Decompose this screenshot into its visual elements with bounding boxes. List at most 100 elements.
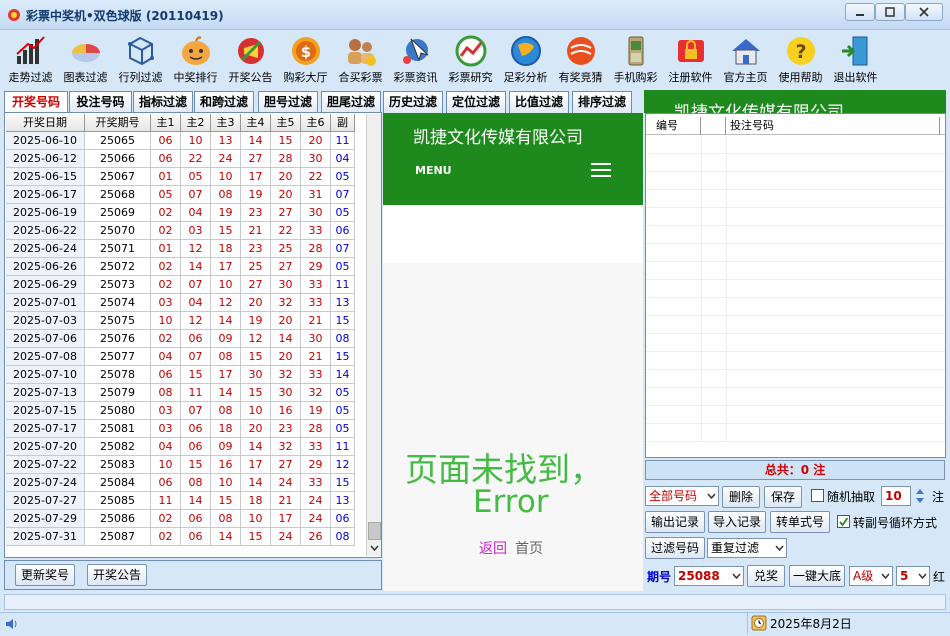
column-header-blank[interactable] xyxy=(701,117,726,135)
check-prize-button[interactable]: 兑奖 xyxy=(747,565,785,587)
web-home-link[interactable]: 首页 xyxy=(515,538,543,558)
toolbar-research-button[interactable]: 彩票研究 xyxy=(443,32,498,86)
toolbar-help-button[interactable]: ? 使用帮助 xyxy=(773,32,828,86)
table-row[interactable]: 2025-07-13 25079 08 11 14 15 30 32 05 xyxy=(6,384,365,402)
delete-button[interactable]: 删除 xyxy=(722,486,760,508)
web-back-link[interactable]: 返回 xyxy=(479,538,507,558)
toolbar-row-filter-button[interactable]: 行列过滤 xyxy=(113,32,168,86)
column-header[interactable]: 主2 xyxy=(181,114,211,132)
minimize-button[interactable] xyxy=(845,3,875,21)
tab-history-filter[interactable]: 历史过滤 xyxy=(383,91,443,113)
tab-sort-filter[interactable]: 排序过滤 xyxy=(572,91,632,113)
convert-single-button[interactable]: 转单式号 xyxy=(770,511,830,533)
table-row[interactable]: 2025-07-06 25076 02 06 09 12 14 30 08 xyxy=(6,330,365,348)
close-button[interactable] xyxy=(905,3,943,21)
fire-ball-icon xyxy=(566,37,595,65)
import-records-button[interactable]: 导入记录 xyxy=(708,511,766,533)
random-draw-checkbox[interactable] xyxy=(811,489,824,502)
cycle-checkbox[interactable] xyxy=(837,515,850,528)
tab-gall-tail-filter[interactable]: 胆尾过滤 xyxy=(321,91,381,113)
table-row[interactable]: 2025-06-22 25070 02 03 15 21 22 33 06 xyxy=(6,222,365,240)
tab-sum-span-filter[interactable]: 和跨过滤 xyxy=(194,91,254,113)
speaker-icon[interactable] xyxy=(4,617,20,631)
toolbar-register-button[interactable]: 注册软件 xyxy=(663,32,718,86)
bet-numbers-list[interactable]: 编号 投注号码 xyxy=(645,113,946,458)
issue-select[interactable]: 25088 xyxy=(674,566,744,586)
toolbar-mobile-buy-button[interactable]: 手机购彩 xyxy=(608,32,663,86)
number-filter-select[interactable]: 全部号码 xyxy=(645,486,719,506)
table-row[interactable]: 2025-07-15 25080 03 07 08 10 16 19 05 xyxy=(6,402,365,420)
table-row[interactable]: 2025-06-12 25066 06 22 24 27 28 30 04 xyxy=(6,150,365,168)
cursor-news-icon xyxy=(402,38,428,64)
hamburger-menu-icon[interactable] xyxy=(591,162,611,178)
table-row[interactable]: 2025-07-22 25083 10 15 16 17 27 29 12 xyxy=(6,456,365,474)
tab-bet-numbers[interactable]: 投注号码 xyxy=(69,91,132,113)
table-row[interactable]: 2025-07-31 25087 02 06 14 15 24 26 08 xyxy=(6,528,365,546)
toolbar-exit-button[interactable]: 退出软件 xyxy=(828,32,883,86)
web-menu-label[interactable]: MENU xyxy=(415,164,452,177)
tab-gall-number-filter[interactable]: 胆号过滤 xyxy=(258,91,318,113)
table-row[interactable]: 2025-07-17 25081 03 06 18 20 23 28 05 xyxy=(6,420,365,438)
table-row[interactable]: 2025-06-26 25072 02 14 17 25 27 29 05 xyxy=(6,258,365,276)
blue-ball-cell: 05 xyxy=(331,402,355,420)
one-click-base-button[interactable]: 一键大底 xyxy=(789,565,845,587)
table-row[interactable]: 2025-07-08 25077 04 07 08 15 20 21 15 xyxy=(6,348,365,366)
column-header[interactable]: 主5 xyxy=(271,114,301,132)
toolbar-quiz-button[interactable]: 有奖竞猜 xyxy=(553,32,608,86)
tab-winning-numbers[interactable]: 开奖号码 xyxy=(4,91,68,114)
table-row[interactable]: 2025-06-24 25071 01 12 18 23 25 28 07 xyxy=(6,240,365,258)
column-header[interactable]: 主4 xyxy=(241,114,271,132)
level-select[interactable]: A级 xyxy=(849,566,893,586)
tab-indicator-filter[interactable]: 指标过滤 xyxy=(133,91,193,113)
column-header[interactable]: 开奖期号 xyxy=(85,114,151,132)
toolbar-announcement-button[interactable]: 开奖公告 xyxy=(223,32,278,86)
red-count-select[interactable]: 5 xyxy=(896,566,930,586)
spinner-arrows-icon[interactable] xyxy=(913,487,927,505)
maximize-button[interactable] xyxy=(875,3,905,21)
table-row[interactable]: 2025-07-03 25075 10 12 14 19 20 21 15 xyxy=(6,312,365,330)
toolbar-ranking-button[interactable]: 中奖排行 xyxy=(168,32,223,86)
column-header[interactable]: 主6 xyxy=(301,114,331,132)
random-count-input[interactable]: 10 xyxy=(881,486,911,506)
toolbar-group-buy-button[interactable]: 合买彩票 xyxy=(333,32,388,86)
scrollbar-thumb[interactable] xyxy=(368,522,381,540)
export-records-button[interactable]: 输出记录 xyxy=(645,511,705,533)
table-row[interactable]: 2025-07-10 25078 06 15 17 30 32 33 14 xyxy=(6,366,365,384)
chevron-down-icon[interactable] xyxy=(370,544,379,552)
table-row[interactable]: 2025-06-15 25067 01 05 10 17 20 22 05 xyxy=(6,168,365,186)
table-row[interactable]: 2025-06-17 25068 05 07 08 19 20 31 07 xyxy=(6,186,365,204)
column-header-id[interactable]: 编号 xyxy=(646,117,701,135)
table-scrollbar[interactable] xyxy=(366,114,381,556)
table-row[interactable]: 2025-06-29 25073 02 07 10 27 30 33 11 xyxy=(6,276,365,294)
tab-ratio-filter[interactable]: 比值过滤 xyxy=(509,91,569,113)
table-row[interactable]: 2025-07-27 25085 11 14 15 18 21 24 13 xyxy=(6,492,365,510)
toolbar-chart-filter-button[interactable]: 图表过滤 xyxy=(58,32,113,86)
table-row[interactable]: 2025-07-01 25074 03 04 12 20 32 33 13 xyxy=(6,294,365,312)
toolbar-trend-filter-button[interactable]: 走势过滤 xyxy=(3,32,58,86)
tab-position-filter[interactable]: 定位过滤 xyxy=(446,91,506,113)
table-row[interactable]: 2025-07-24 25084 06 08 10 14 24 33 15 xyxy=(6,474,365,492)
toolbar-football-analysis-button[interactable]: 足彩分析 xyxy=(498,32,553,86)
issue-cell: 25079 xyxy=(85,384,151,402)
clock-icon xyxy=(751,615,767,631)
red-ball-cell: 28 xyxy=(301,240,331,258)
announcement-button[interactable]: 开奖公告 xyxy=(87,564,147,586)
filter-numbers-button[interactable]: 过滤号码 xyxy=(645,537,705,559)
toolbar-homepage-button[interactable]: 官方主页 xyxy=(718,32,773,86)
column-header[interactable]: 主1 xyxy=(151,114,181,132)
column-header[interactable]: 开奖日期 xyxy=(6,114,85,132)
table-row[interactable]: 2025-06-10 25065 06 10 13 14 15 20 11 xyxy=(6,132,365,150)
table-row[interactable]: 2025-07-20 25082 04 06 09 14 32 33 11 xyxy=(6,438,365,456)
update-numbers-button[interactable]: 更新奖号 xyxy=(15,564,75,586)
column-header[interactable]: 主3 xyxy=(211,114,241,132)
table-row[interactable]: 2025-07-29 25086 02 06 08 10 17 24 06 xyxy=(6,510,365,528)
column-header[interactable]: 副 xyxy=(331,114,355,132)
list-item xyxy=(646,352,945,370)
column-header-bet-number[interactable]: 投注号码 xyxy=(726,117,940,135)
toolbar-news-button[interactable]: 彩票资讯 xyxy=(388,32,443,86)
save-button[interactable]: 保存 xyxy=(764,486,802,508)
table-row[interactable]: 2025-06-19 25069 02 04 19 23 27 30 05 xyxy=(6,204,365,222)
repeat-filter-select[interactable]: 重复过滤 xyxy=(707,538,787,558)
toolbar-lottery-hall-button[interactable]: $ 购彩大厅 xyxy=(278,32,333,86)
issue-cell: 25073 xyxy=(85,276,151,294)
